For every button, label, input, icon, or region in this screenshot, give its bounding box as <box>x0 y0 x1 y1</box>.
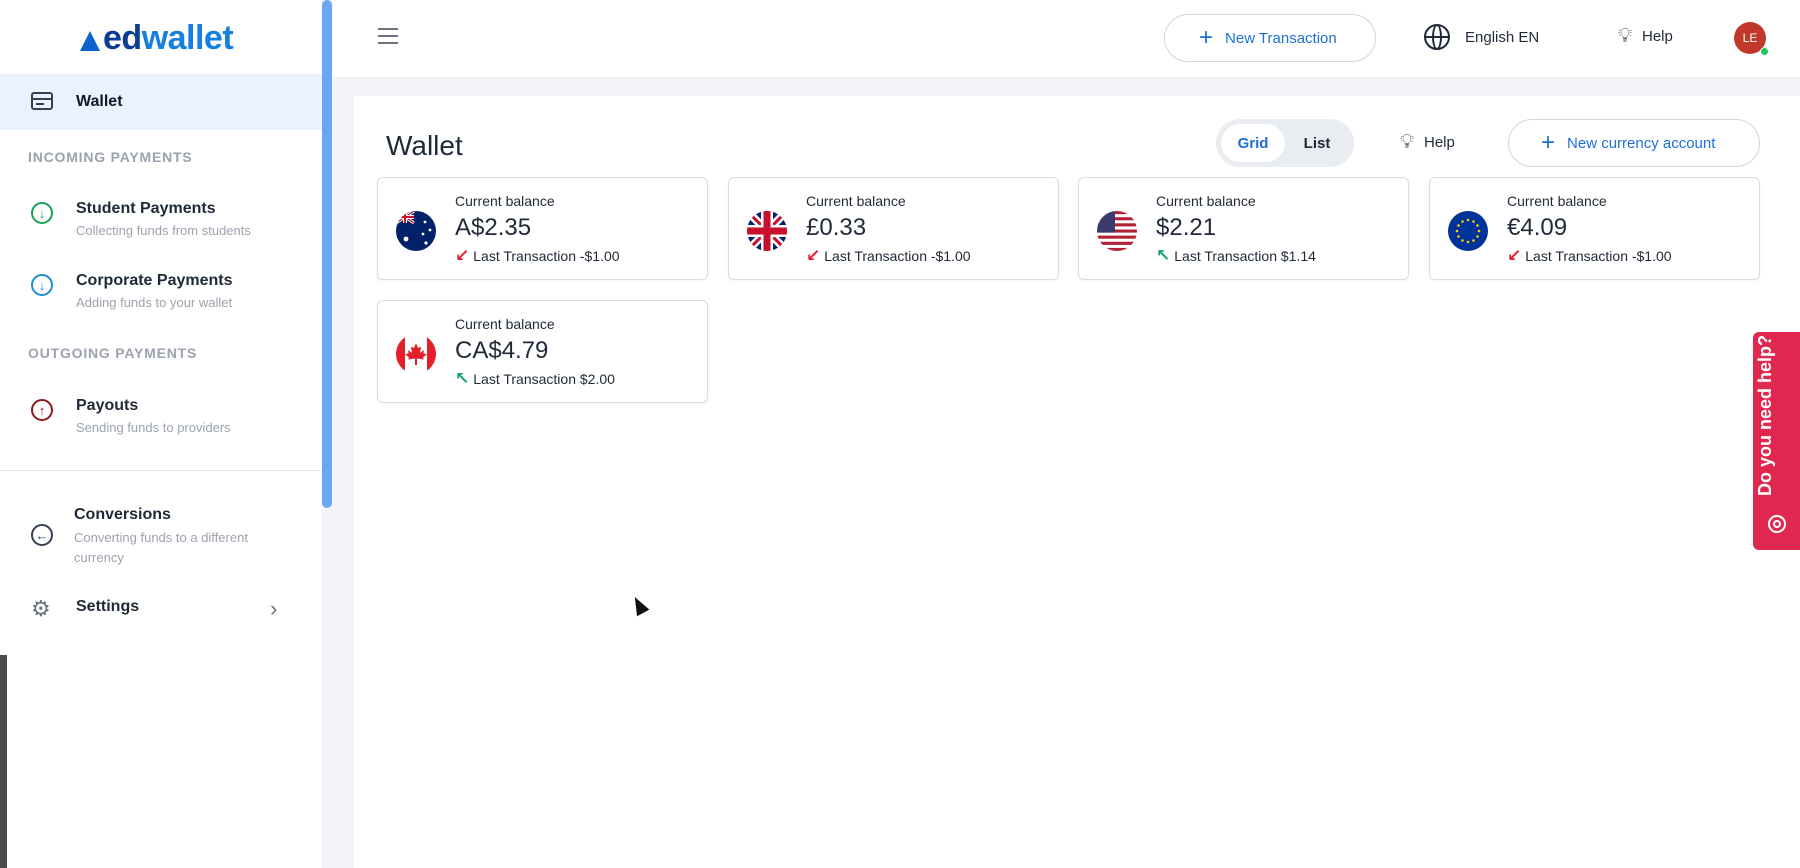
card-balance: $2.21 <box>1156 214 1217 241</box>
sidebar-item-subtitle: Collecting funds from students <box>76 223 251 238</box>
button-label: New currency account <box>1567 134 1716 152</box>
window-edge <box>0 655 7 868</box>
help-widget-tab[interactable]: Do you need help? <box>1753 332 1800 550</box>
card-balance: €4.09 <box>1507 214 1568 241</box>
card-label: Current balance <box>806 193 906 209</box>
top-bar: + New Transaction English EN 💡︎ Help LE <box>332 0 1800 78</box>
card-label: Current balance <box>455 193 555 209</box>
card-label: Current balance <box>1156 193 1256 209</box>
language-selector[interactable]: English EN <box>1424 24 1539 50</box>
sidebar-item-settings[interactable]: ⚙ Settings › <box>0 598 322 622</box>
sidebar-divider <box>0 470 322 471</box>
app: ed wallet Wallet INCOMING PAYMENTS ↓ Stud… <box>0 0 1800 868</box>
last-transaction-text: Last Transaction -$1.00 <box>473 247 620 264</box>
card-label: Current balance <box>455 316 555 332</box>
new-currency-account-button[interactable]: + New currency account <box>1508 119 1760 167</box>
plus-icon: + <box>1199 24 1214 51</box>
sidebar-item-subtitle: Sending funds to providers <box>76 420 231 435</box>
canada-flag-icon <box>396 334 436 374</box>
arrow-down-circle-icon: ↓ <box>31 274 53 296</box>
last-transaction-text: Last Transaction $1.14 <box>1174 247 1316 264</box>
arrow-down-left-icon: ↙ <box>806 246 821 265</box>
currency-card-aud[interactable]: Current balance A$2.35 ↙ Last Transaction… <box>377 177 708 280</box>
eu-flag-icon <box>1448 211 1488 251</box>
card-label: Current balance <box>1507 193 1607 209</box>
arrow-down-circle-icon: ↓ <box>31 202 53 224</box>
logo-text-ed: ed <box>103 18 142 57</box>
language-label: English EN <box>1465 28 1540 46</box>
card-balance: £0.33 <box>806 214 867 241</box>
card-balance: A$2.35 <box>455 214 532 241</box>
help-link[interactable]: 💡︎ Help <box>1618 26 1673 46</box>
view-toggle: Grid List <box>1216 119 1354 167</box>
logo-text-wallet: wallet <box>141 18 234 57</box>
sidebar-item-subtitle: Adding funds to your wallet <box>76 295 233 310</box>
sidebar-item-title: Student Payments <box>76 200 216 217</box>
uk-flag-icon <box>747 211 787 251</box>
section-title-incoming: INCOMING PAYMENTS <box>28 149 193 165</box>
help-label: Help <box>1424 133 1455 151</box>
lightbulb-icon: 💡︎ <box>1400 131 1414 153</box>
chevron-right-icon: › <box>270 596 278 621</box>
edwallet-logo[interactable]: ed wallet <box>80 18 234 58</box>
sidebar-item-title: Payouts <box>76 397 139 414</box>
view-grid-button[interactable]: Grid <box>1221 124 1285 162</box>
arrow-down-left-icon: ↙ <box>1507 246 1522 265</box>
button-label: New Transaction <box>1225 29 1337 47</box>
plus-icon: + <box>1541 129 1556 156</box>
help-widget-label: Do you need help? <box>1755 334 1775 496</box>
last-transaction: ↖ Last Transaction $1.14 <box>1156 247 1316 264</box>
last-transaction: ↙ Last Transaction -$1.00 <box>806 247 971 264</box>
scrollbar-thumb[interactable] <box>322 0 332 508</box>
sidebar-item-label: Wallet <box>76 93 123 110</box>
sidebar-item-corporate-payments[interactable]: ↓ Corporate Payments Adding funds to you… <box>0 272 322 332</box>
sidebar-item-student-payments[interactable]: ↓ Student Payments Collecting funds from… <box>0 200 322 260</box>
globe-icon <box>1424 24 1450 50</box>
sidebar-item-wallet[interactable]: Wallet <box>0 74 322 130</box>
arrow-left-circle-icon: ← <box>31 524 53 546</box>
sidebar-item-conversions[interactable]: ← Conversions Converting funds to a diff… <box>0 506 322 566</box>
sidebar-item-payouts[interactable]: ↑ Payouts Sending funds to providers <box>0 397 322 457</box>
currency-card-usd[interactable]: Current balance $2.21 ↖ Last Transaction … <box>1078 177 1409 280</box>
view-list-button[interactable]: List <box>1285 124 1349 162</box>
last-transaction: ↙ Last Transaction -$1.00 <box>1507 247 1672 264</box>
currency-card-cad[interactable]: Current balance CA$4.79 ↖ Last Transactio… <box>377 300 708 403</box>
page-title: Wallet <box>386 130 463 161</box>
sidebar-item-title: Settings <box>76 598 140 615</box>
last-transaction-text: Last Transaction $2.00 <box>473 370 615 387</box>
credit-card-icon <box>31 92 53 110</box>
australia-flag-icon <box>396 211 436 251</box>
last-transaction-text: Last Transaction -$1.00 <box>824 247 971 264</box>
last-transaction-text: Last Transaction -$1.00 <box>1525 247 1672 264</box>
menu-icon[interactable] <box>378 28 398 44</box>
card-balance: CA$4.79 <box>455 337 549 364</box>
gear-icon: ⚙ <box>31 596 51 621</box>
arrow-up-left-icon: ↖ <box>1156 246 1171 265</box>
last-transaction: ↖ Last Transaction $2.00 <box>455 370 615 387</box>
new-transaction-button[interactable]: + New Transaction <box>1164 14 1376 62</box>
help-label: Help <box>1642 27 1673 45</box>
last-transaction: ↙ Last Transaction -$1.00 <box>455 247 620 264</box>
arrow-down-left-icon: ↙ <box>455 246 470 265</box>
currency-card-gbp[interactable]: Current balance £0.33 ↙ Last Transaction … <box>728 177 1059 280</box>
usa-flag-icon <box>1097 211 1137 251</box>
sidebar: ed wallet Wallet INCOMING PAYMENTS ↓ Stud… <box>0 0 322 868</box>
sidebar-item-subtitle: Converting funds to a different currency <box>74 530 248 565</box>
sidebar-scrollbar[interactable] <box>322 0 332 868</box>
lightbulb-icon: 💡︎ <box>1618 25 1632 47</box>
arrow-up-circle-icon: ↑ <box>31 399 53 421</box>
section-title-outgoing: OUTGOING PAYMENTS <box>28 345 198 361</box>
online-status-dot <box>1760 47 1769 56</box>
logo-triangle-icon <box>80 31 100 51</box>
lifebuoy-icon <box>1768 515 1786 533</box>
sidebar-item-title: Conversions <box>74 506 171 523</box>
arrow-up-left-icon: ↖ <box>455 369 470 388</box>
avatar[interactable]: LE <box>1734 22 1769 56</box>
sidebar-item-title: Corporate Payments <box>76 272 233 289</box>
currency-card-eur[interactable]: Current balance €4.09 ↙ Last Transaction … <box>1429 177 1760 280</box>
help-link[interactable]: 💡︎ Help <box>1400 132 1455 152</box>
avatar-initials: LE <box>1742 31 1758 45</box>
